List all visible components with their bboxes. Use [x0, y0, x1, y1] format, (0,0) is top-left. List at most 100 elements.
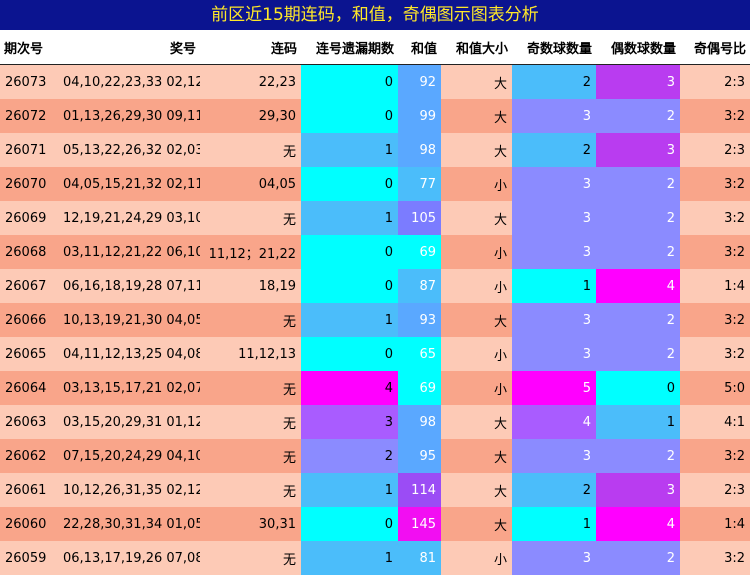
cell-issue: 26059	[0, 541, 58, 575]
cell-consec: 11,12；21,22	[200, 235, 301, 269]
table-header-row: 期次号 奖号 连码 连号遗漏期数 和值 和值大小 奇数球数量 偶数球数量 奇偶号…	[0, 30, 750, 65]
cell-sum: 87	[398, 269, 441, 303]
table-row: 26072 01,13,26,29,30 09,11 29,30 0 99 大 3 2 3:2	[0, 99, 750, 133]
cell-sum: 69	[398, 235, 441, 269]
cell-prize: 22,28,30,31,34 01,05	[58, 507, 200, 541]
cell-sum: 93	[398, 303, 441, 337]
cell-odd: 4	[512, 405, 596, 439]
cell-miss: 1	[301, 473, 398, 507]
cell-size: 小	[441, 167, 512, 201]
cell-issue: 26062	[0, 439, 58, 473]
cell-odd: 3	[512, 337, 596, 371]
cell-consec: 无	[200, 303, 301, 337]
page-title: 前区近15期连码，和值，奇偶图示图表分析	[0, 0, 750, 30]
cell-prize: 03,11,12,21,22 06,10	[58, 235, 200, 269]
cell-even: 3	[596, 473, 680, 507]
cell-miss: 1	[301, 133, 398, 167]
table-row: 26069 12,19,21,24,29 03,10 无 1 105 大 3 2 3:2	[0, 201, 750, 235]
cell-consec: 22,23	[200, 64, 301, 99]
cell-ratio: 3:2	[680, 303, 750, 337]
cell-odd: 1	[512, 507, 596, 541]
cell-consec: 无	[200, 439, 301, 473]
cell-sum: 98	[398, 133, 441, 167]
table-row: 26073 04,10,22,23,33 02,12 22,23 0 92 大 2 3 2:3	[0, 64, 750, 99]
cell-issue: 26073	[0, 64, 58, 99]
cell-even: 2	[596, 99, 680, 133]
cell-miss: 3	[301, 405, 398, 439]
cell-ratio: 2:3	[680, 64, 750, 99]
cell-issue: 26061	[0, 473, 58, 507]
cell-consec: 11,12,13	[200, 337, 301, 371]
cell-size: 小	[441, 269, 512, 303]
cell-prize: 12,19,21,24,29 03,10	[58, 201, 200, 235]
header-sum: 和值	[398, 30, 441, 65]
cell-issue: 26064	[0, 371, 58, 405]
cell-even: 2	[596, 541, 680, 575]
cell-even: 3	[596, 133, 680, 167]
cell-prize: 07,15,20,24,29 04,10	[58, 439, 200, 473]
cell-miss: 4	[301, 371, 398, 405]
cell-prize: 10,12,26,31,35 02,12	[58, 473, 200, 507]
table-row: 26064 03,13,15,17,21 02,07 无 4 69 小 5 0 5:0	[0, 371, 750, 405]
cell-odd: 3	[512, 235, 596, 269]
cell-even: 2	[596, 235, 680, 269]
cell-even: 2	[596, 439, 680, 473]
cell-ratio: 3:2	[680, 201, 750, 235]
cell-issue: 26067	[0, 269, 58, 303]
cell-ratio: 2:3	[680, 133, 750, 167]
cell-miss: 1	[301, 541, 398, 575]
cell-issue: 26066	[0, 303, 58, 337]
cell-odd: 3	[512, 201, 596, 235]
cell-ratio: 3:2	[680, 337, 750, 371]
cell-issue: 26068	[0, 235, 58, 269]
cell-issue: 26069	[0, 201, 58, 235]
cell-miss: 2	[301, 439, 398, 473]
cell-odd: 2	[512, 473, 596, 507]
cell-ratio: 2:3	[680, 473, 750, 507]
cell-even: 4	[596, 507, 680, 541]
cell-ratio: 1:4	[680, 507, 750, 541]
cell-miss: 0	[301, 167, 398, 201]
table-row: 26067 06,16,18,19,28 07,11 18,19 0 87 小 1 4 1:4	[0, 269, 750, 303]
cell-even: 2	[596, 201, 680, 235]
cell-prize: 04,10,22,23,33 02,12	[58, 64, 200, 99]
cell-ratio: 3:2	[680, 167, 750, 201]
cell-odd: 3	[512, 541, 596, 575]
cell-size: 大	[441, 201, 512, 235]
cell-sum: 98	[398, 405, 441, 439]
cell-prize: 04,05,15,21,32 02,11	[58, 167, 200, 201]
cell-sum: 69	[398, 371, 441, 405]
cell-prize: 04,11,12,13,25 04,08	[58, 337, 200, 371]
header-prize: 奖号	[58, 30, 200, 65]
cell-even: 4	[596, 269, 680, 303]
cell-miss: 1	[301, 201, 398, 235]
cell-odd: 3	[512, 167, 596, 201]
cell-even: 0	[596, 371, 680, 405]
cell-consec: 29,30	[200, 99, 301, 133]
table-row: 26061 10,12,26,31,35 02,12 无 1 114 大 2 3 2:3	[0, 473, 750, 507]
cell-size: 大	[441, 64, 512, 99]
cell-size: 小	[441, 541, 512, 575]
cell-sum: 92	[398, 64, 441, 99]
cell-miss: 0	[301, 99, 398, 133]
cell-miss: 0	[301, 235, 398, 269]
cell-size: 大	[441, 507, 512, 541]
cell-odd: 3	[512, 99, 596, 133]
cell-even: 3	[596, 64, 680, 99]
cell-issue: 26070	[0, 167, 58, 201]
cell-size: 大	[441, 473, 512, 507]
cell-prize: 06,16,18,19,28 07,11	[58, 269, 200, 303]
cell-consec: 无	[200, 541, 301, 575]
cell-prize: 03,15,20,29,31 01,12	[58, 405, 200, 439]
cell-size: 大	[441, 303, 512, 337]
cell-consec: 04,05	[200, 167, 301, 201]
cell-consec: 30,31	[200, 507, 301, 541]
cell-size: 小	[441, 337, 512, 371]
cell-sum: 77	[398, 167, 441, 201]
cell-size: 大	[441, 99, 512, 133]
table-row: 26065 04,11,12,13,25 04,08 11,12,13 0 65 小 3 2 3…	[0, 337, 750, 371]
cell-size: 大	[441, 405, 512, 439]
cell-consec: 无	[200, 201, 301, 235]
cell-sum: 145	[398, 507, 441, 541]
cell-miss: 0	[301, 507, 398, 541]
